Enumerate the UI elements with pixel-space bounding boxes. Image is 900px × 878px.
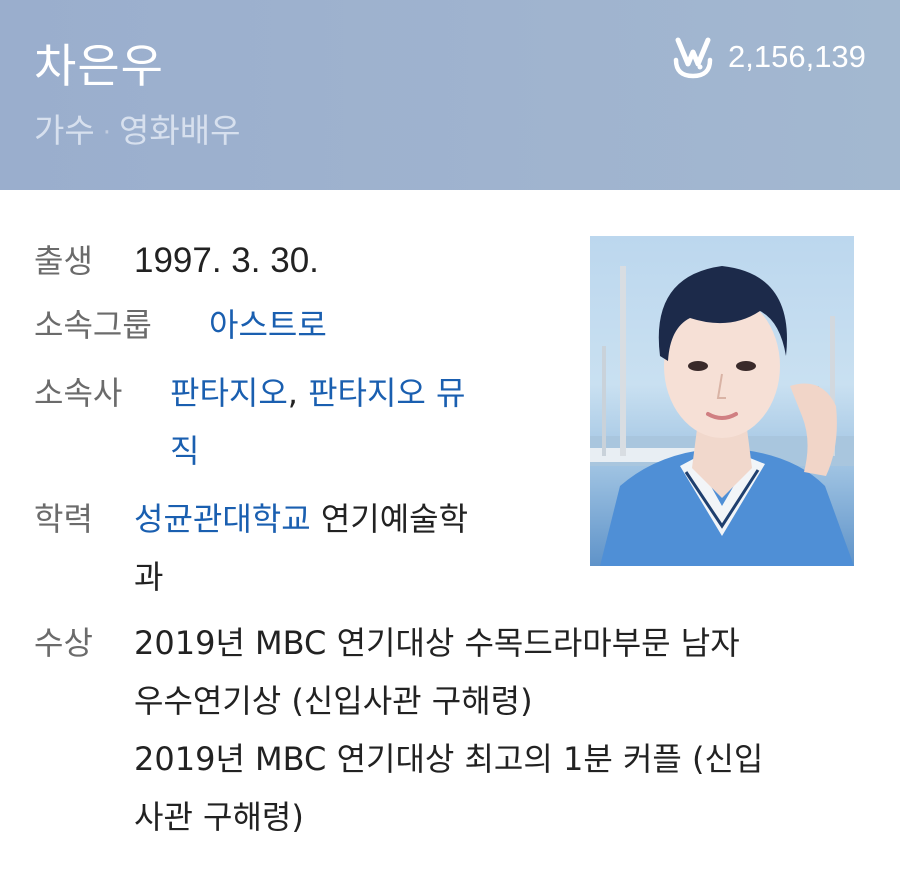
occupation-line: 가수 · 영화배우 (34, 104, 240, 152)
agency-comma: , (287, 374, 298, 412)
vlive-count: 2,156,139 (728, 39, 866, 74)
occupation-actor: 영화배우 (119, 111, 241, 150)
education-line-1: 성균관대학교 연기예술학 (134, 490, 468, 548)
occupation-separator: · (102, 117, 111, 148)
birth-label: 출생 (34, 242, 93, 280)
agency-link-fantagio-music-cont[interactable]: 직 (170, 422, 199, 480)
group-link[interactable]: 아스트로 (209, 296, 327, 354)
agency-link-fantagio[interactable]: 판타지오 (170, 374, 288, 412)
occupation-singer: 가수 (34, 111, 95, 150)
agency-line-1: 판타지오, 판타지오 뮤 (170, 364, 465, 422)
v-live-icon (673, 37, 713, 79)
education-label: 학력 (34, 500, 93, 538)
agency-label: 소속사 (34, 374, 123, 412)
award-line-3: 2019년 MBC 연기대상 최고의 1분 커플 (신입 (134, 740, 764, 778)
profile-photo[interactable] (590, 236, 854, 566)
profile-photo-illustration (590, 266, 854, 566)
education-school-link[interactable]: 성균관대학교 (134, 500, 311, 538)
profile-header: 차은우 가수 · 영화배우 2,156,139 (0, 0, 900, 190)
award-line-4: 사관 구해령) (134, 798, 304, 836)
education-major: 연기예술학 (320, 500, 469, 538)
birth-value: 1997. 3. 30. (134, 241, 319, 280)
person-name: 차은우 (34, 39, 164, 93)
award-line-1: 2019년 MBC 연기대상 수목드라마부문 남자 (134, 624, 740, 662)
education-major-cont: 과 (134, 558, 164, 596)
group-label: 소속그룹 (34, 306, 152, 344)
agency-link-fantagio-music[interactable]: 판타지오 뮤 (308, 374, 465, 412)
award-line-2: 우수연기상 (신입사관 구해령) (134, 682, 533, 720)
awards-label: 수상 (34, 624, 93, 662)
vlive-follower-badge[interactable]: 2,156,139 (670, 34, 866, 80)
